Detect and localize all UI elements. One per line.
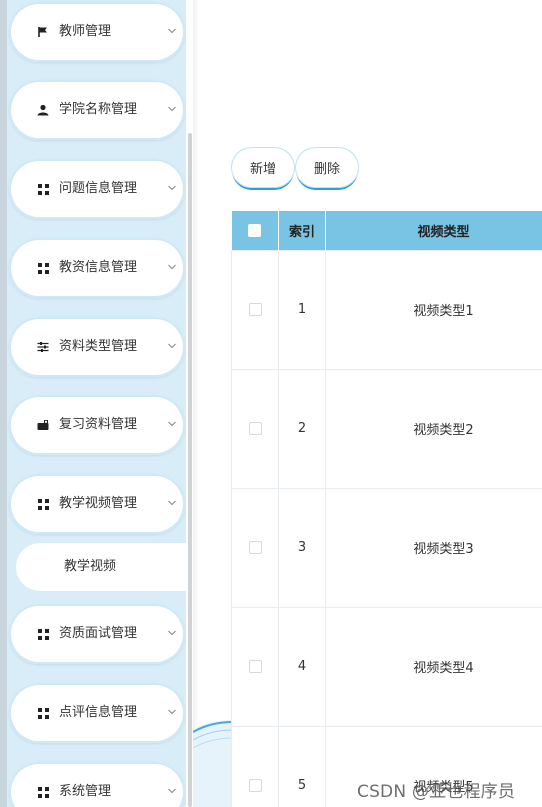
menu-item-teacher[interactable]: 教师管理 bbox=[9, 2, 185, 62]
table-row[interactable]: 1 视频类型1 bbox=[231, 249, 542, 370]
menu-item-review-material[interactable]: 复习资料管理 bbox=[9, 395, 185, 455]
chevron-down-icon bbox=[168, 630, 176, 636]
menu-item-label: 系统管理 bbox=[59, 784, 112, 799]
row-checkbox[interactable] bbox=[248, 541, 262, 554]
sliders-icon bbox=[37, 341, 49, 353]
grid-icon bbox=[37, 183, 49, 195]
menu-item-material-type[interactable]: 资料类型管理 bbox=[9, 317, 185, 377]
index-cell: 5 bbox=[278, 725, 326, 807]
menu-item-label: 学院名称管理 bbox=[59, 102, 138, 117]
chevron-down-icon bbox=[168, 264, 176, 270]
table-row[interactable]: 2 视频类型2 bbox=[231, 368, 542, 489]
menu-item-teaching-video[interactable]: 教学视频管理 bbox=[9, 474, 185, 534]
select-all-checkbox[interactable] bbox=[248, 223, 262, 237]
video-type-table: 索引 视频类型 1 视频类型1 2 视频类型2 3 视频类型3 4 视频类型 4 … bbox=[231, 211, 542, 807]
row-select-cell bbox=[231, 487, 279, 608]
grid-icon bbox=[37, 498, 49, 510]
grid-icon bbox=[37, 628, 49, 640]
table-row[interactable]: 3 视频类型3 bbox=[231, 487, 542, 608]
briefcase-icon bbox=[37, 419, 49, 431]
index-cell: 1 bbox=[278, 249, 326, 370]
flag-icon bbox=[37, 26, 49, 38]
grid-icon bbox=[37, 786, 49, 798]
index-cell: 2 bbox=[278, 368, 326, 489]
chevron-down-icon bbox=[168, 343, 176, 349]
menu-item-college[interactable]: 学院名称管理 bbox=[9, 80, 185, 140]
grid-icon bbox=[37, 262, 49, 274]
menu-item-label: 问题信息管理 bbox=[59, 181, 138, 196]
sidebar: 教师管理 学院名称管理 问题信息管理 教资信息管理 资料类型管理 复习资料管理 bbox=[0, 0, 193, 807]
menu-item-label: 教资信息管理 bbox=[59, 260, 138, 275]
decorative-wave bbox=[193, 712, 233, 807]
user-icon bbox=[37, 104, 49, 116]
chevron-down-icon bbox=[168, 788, 176, 794]
row-checkbox[interactable] bbox=[248, 779, 262, 792]
row-checkbox[interactable] bbox=[248, 422, 262, 435]
table-row[interactable]: 4 视频类型4 bbox=[231, 606, 542, 727]
add-button[interactable]: 新增 bbox=[231, 147, 295, 188]
index-cell: 3 bbox=[278, 487, 326, 608]
row-checkbox[interactable] bbox=[248, 660, 262, 673]
menu-item-label: 点评信息管理 bbox=[59, 705, 138, 720]
menu-item-label: 资料类型管理 bbox=[59, 339, 138, 354]
menu-item-label: 资质面试管理 bbox=[59, 626, 138, 641]
menu-item-system[interactable]: 系统管理 bbox=[9, 762, 185, 807]
menu-item-label: 复习资料管理 bbox=[59, 417, 138, 432]
menu-item-label: 教师管理 bbox=[59, 24, 112, 39]
column-header-video-type: 视频类型 bbox=[325, 211, 542, 250]
chevron-down-icon bbox=[168, 106, 176, 112]
chevron-down-icon bbox=[168, 28, 176, 34]
video-type-cell: 视频类型1 bbox=[325, 249, 542, 370]
column-header-index: 索引 bbox=[278, 211, 326, 250]
chevron-down-icon bbox=[168, 709, 176, 715]
delete-button[interactable]: 删除 bbox=[295, 147, 359, 188]
select-all-header bbox=[231, 211, 279, 250]
index-cell: 4 bbox=[278, 606, 326, 727]
chevron-down-icon bbox=[168, 500, 176, 506]
menu-item-certificate[interactable]: 教资信息管理 bbox=[9, 238, 185, 298]
row-select-cell bbox=[231, 368, 279, 489]
row-select-cell bbox=[231, 606, 279, 727]
video-type-cell: 视频类型4 bbox=[325, 606, 542, 727]
table-header-row: 索引 视频类型 bbox=[231, 211, 542, 250]
row-select-cell bbox=[231, 249, 279, 370]
menu-item-label: 教学视频管理 bbox=[59, 496, 138, 511]
submenu-item-teaching-video[interactable]: 教学视频 bbox=[16, 543, 186, 591]
menu-item-comment[interactable]: 点评信息管理 bbox=[9, 683, 185, 743]
watermark: CSDN @亚也程序员 bbox=[357, 782, 516, 802]
menu-item-question[interactable]: 问题信息管理 bbox=[9, 159, 185, 219]
submenu-item-label: 教学视频 bbox=[64, 559, 117, 574]
row-select-cell bbox=[231, 725, 279, 807]
grid-icon bbox=[37, 707, 49, 719]
main-shadow bbox=[193, 0, 199, 807]
sidebar-edge bbox=[0, 0, 7, 807]
video-type-cell: 视频类型2 bbox=[325, 368, 542, 489]
row-checkbox[interactable] bbox=[248, 303, 262, 316]
chevron-down-icon bbox=[168, 185, 176, 191]
menu-item-interview[interactable]: 资质面试管理 bbox=[9, 604, 185, 664]
video-type-cell: 视频类型3 bbox=[325, 487, 542, 608]
chevron-down-icon bbox=[168, 421, 176, 427]
sidebar-scrollbar-thumb[interactable] bbox=[188, 133, 192, 807]
